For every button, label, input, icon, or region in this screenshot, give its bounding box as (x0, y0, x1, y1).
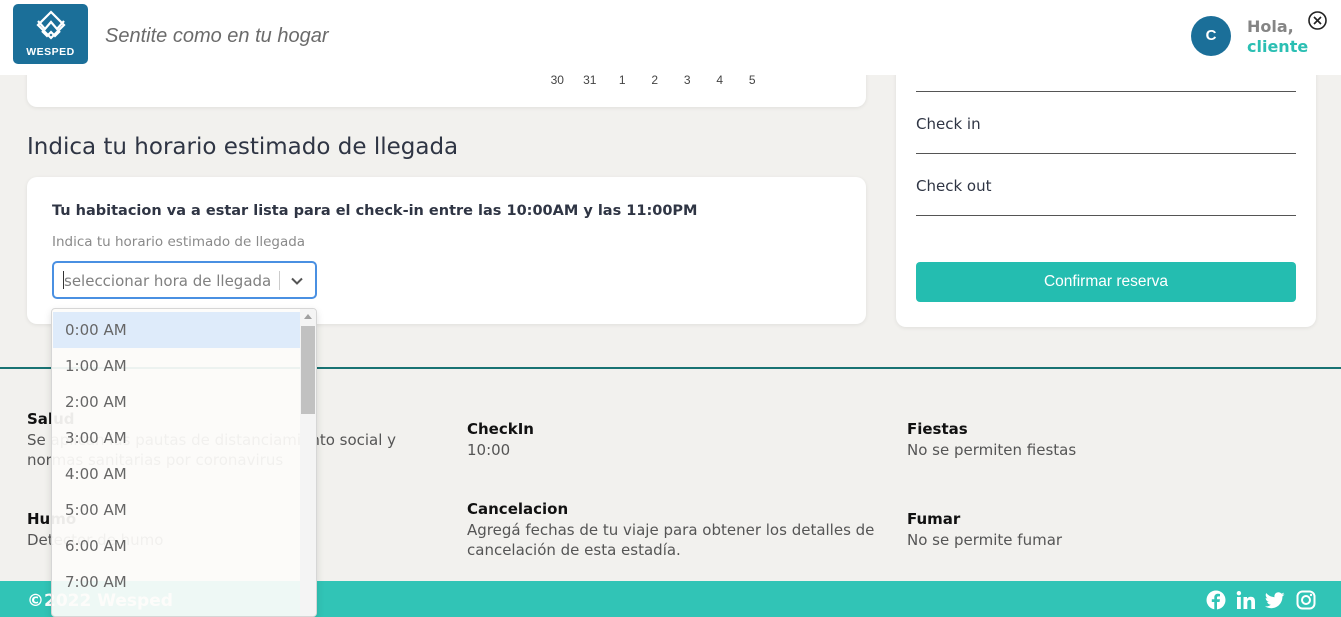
linkedin-icon[interactable] (1236, 590, 1256, 610)
divider-line (916, 153, 1296, 154)
divider-line (916, 215, 1296, 216)
tagline: Sentite como en tu hogar (105, 25, 329, 47)
policy-checkin-text: 10:00 (467, 441, 511, 459)
policy-fumar-title: Fumar (907, 510, 961, 528)
checkout-label[interactable]: Check out (916, 177, 991, 195)
policy-checkin-title: CheckIn (467, 420, 534, 438)
policy-fiestas-title: Fiestas (907, 420, 968, 438)
calendar-day[interactable]: 30 (541, 73, 574, 87)
logo-text: WESPED (26, 46, 75, 58)
close-icon[interactable] (1307, 10, 1328, 31)
logo-mark-icon (36, 10, 66, 40)
time-option[interactable]: 2:00 AM (53, 384, 300, 420)
booking-panel: Check in Check out Confirmar reserva (896, 55, 1316, 327)
avatar[interactable]: C (1191, 16, 1231, 56)
divider-line (916, 91, 1296, 92)
policy-fiestas-text: No se permiten fiestas (907, 441, 1077, 459)
calendar-day[interactable]: 31 (574, 73, 607, 87)
calendar-day[interactable]: 4 (704, 73, 737, 87)
arrival-time-dropdown[interactable]: 0:00 AM 1:00 AM 2:00 AM 3:00 AM 4:00 AM … (51, 308, 317, 617)
policy-fumar-text: No se permite fumar (907, 531, 1063, 549)
greeting-text: Hola, (1247, 17, 1294, 36)
twitter-icon[interactable] (1265, 590, 1285, 610)
time-option[interactable]: 0:00 AM (53, 312, 300, 348)
time-option[interactable]: 7:00 AM (53, 564, 300, 600)
arrival-time-select[interactable]: seleccionar hora de llegada (52, 261, 317, 299)
time-option[interactable]: 4:00 AM (53, 456, 300, 492)
time-option[interactable]: 6:00 AM (53, 528, 300, 564)
checkin-label[interactable]: Check in (916, 115, 981, 133)
policy-cancelacion-title: Cancelacion (467, 500, 569, 518)
calendar-day[interactable]: 1 (606, 73, 639, 87)
scrollbar-thumb[interactable] (301, 326, 315, 414)
instagram-icon[interactable] (1296, 590, 1316, 610)
arrival-section-title: Indica tu horario estimado de llegada (27, 134, 459, 160)
top-header: WESPED Sentite como en tu hogar C Hola, … (0, 0, 1341, 75)
select-separator (279, 271, 280, 290)
checkin-info-text: Tu habitacion va a estar lista para el c… (52, 203, 698, 219)
arrival-time-label: Indica tu horario estimado de llegada (52, 234, 306, 250)
scroll-up-arrow-icon[interactable] (304, 314, 312, 319)
time-option[interactable]: 3:00 AM (53, 420, 300, 456)
calendar-days-row: 30 31 1 2 3 4 5 (541, 73, 769, 87)
facebook-icon[interactable] (1206, 590, 1226, 610)
time-option[interactable]: 1:00 AM (53, 348, 300, 384)
confirm-booking-button[interactable]: Confirmar reserva (916, 262, 1296, 302)
chevron-down-icon[interactable] (290, 274, 304, 288)
select-placeholder: seleccionar hora de llegada (64, 272, 272, 290)
text-cursor (63, 271, 64, 289)
calendar-day[interactable]: 3 (671, 73, 704, 87)
time-option[interactable]: 5:00 AM (53, 492, 300, 528)
policy-cancelacion-text: Agregá fechas de tu viaje para obtener l… (467, 521, 875, 559)
wesped-logo[interactable]: WESPED (13, 4, 88, 64)
username-text[interactable]: cliente (1247, 37, 1308, 56)
calendar-day[interactable]: 5 (736, 73, 769, 87)
calendar-day[interactable]: 2 (639, 73, 672, 87)
arrival-card: Tu habitacion va a estar lista para el c… (27, 177, 866, 324)
